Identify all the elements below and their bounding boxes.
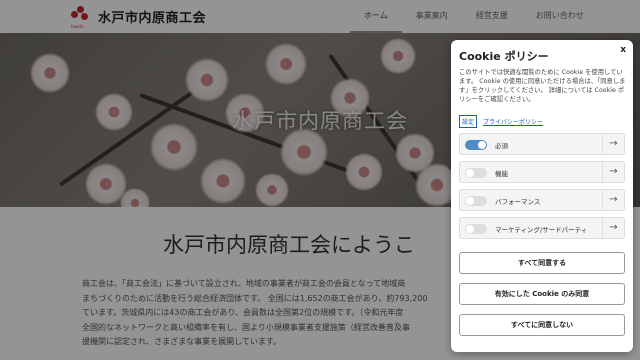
cookie-dialog: Cookie ポリシー x このサイトでは快適な閲覧のために Cookie を使… [451,40,633,352]
settings-link[interactable]: 設定 [459,115,478,128]
toggle-label: 機能 [495,170,508,178]
toggle-label: パフォーマンス [495,198,541,206]
accept-all-button[interactable]: すべて同意する [459,252,625,274]
arrow-right-icon[interactable]: → [602,162,624,182]
cookie-title: Cookie ポリシー [459,50,549,63]
arrow-right-icon[interactable]: → [602,190,624,210]
toggle-label: 必須 [495,142,508,150]
functional-toggle[interactable] [465,168,487,178]
reject-all-button[interactable]: すべてに同意しない [459,314,625,336]
cookie-description: このサイトでは快適な閲覧のために Cookie を使用しています。 Cookie… [459,69,626,103]
cookie-links: 設定 プライバシーポリシー [459,115,543,128]
cookie-category-marketing: マーケティング/サードパーティ → [459,217,625,239]
cookie-category-required: 必須 → [459,133,625,155]
required-toggle[interactable] [465,140,487,150]
privacy-policy-link[interactable]: プライバシーポリシー [483,117,543,126]
marketing-toggle[interactable] [465,224,487,234]
cookie-category-functional: 機能 → [459,161,625,183]
close-icon[interactable]: x [620,45,626,55]
arrow-right-icon[interactable]: → [602,218,624,238]
toggle-label: マーケティング/サードパーティ [495,226,588,234]
performance-toggle[interactable] [465,196,487,206]
arrow-right-icon[interactable]: → [602,134,624,154]
cookie-category-performance: パフォーマンス → [459,189,625,211]
accept-enabled-button[interactable]: 有効にした Cookie のみ同意 [459,283,625,305]
